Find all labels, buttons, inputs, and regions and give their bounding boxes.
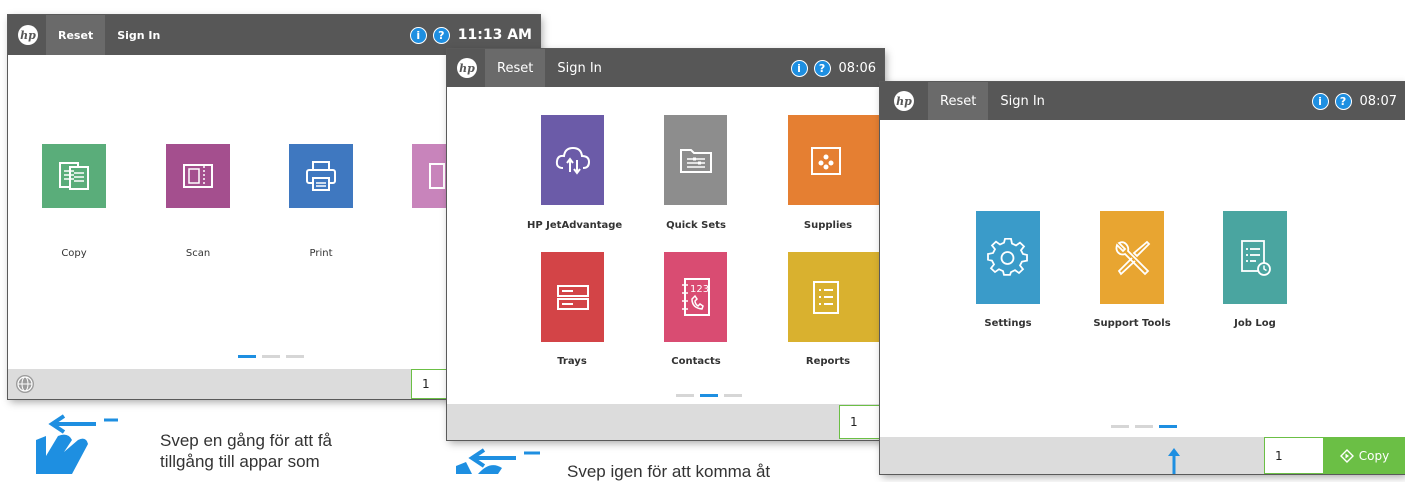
print-icon	[306, 161, 336, 191]
page-dot-2[interactable]	[1135, 425, 1153, 428]
start-diamond-icon	[1339, 448, 1354, 463]
page-dot-1[interactable]	[238, 355, 256, 358]
trays-app-tile[interactable]	[541, 252, 604, 342]
page-dot-3[interactable]	[1159, 425, 1177, 428]
page-dot-1[interactable]	[1111, 425, 1129, 428]
swipe-gesture-icon-2	[456, 448, 540, 474]
sign-in-button[interactable]: Sign In	[105, 15, 172, 55]
job-log-app-tile[interactable]	[1223, 211, 1287, 304]
swipe-caption-1-line-2: tillgång till appar som	[160, 452, 320, 471]
page-indicator	[676, 394, 742, 397]
reports-app-label: Reports	[805, 356, 851, 367]
print-app-label: Print	[309, 248, 333, 259]
clock-time: 08:06	[838, 60, 876, 76]
reports-app-tile[interactable]	[788, 252, 884, 342]
clock-time: 08:07	[1359, 93, 1397, 109]
page-dot-3[interactable]	[724, 394, 742, 397]
bottom-bar: 1 Copy	[880, 437, 1405, 474]
contacts-icon: 123	[681, 278, 710, 316]
contacts-app-tile[interactable]: 123	[664, 252, 727, 342]
scan-app-label: Scan	[185, 248, 211, 259]
swipe-caption-1-line-1: Svep en gång för att få	[160, 431, 333, 450]
home-screen-page-2: hp Reset Sign In i ? 08:06 HP JetAdvanta…	[447, 49, 884, 440]
page-dot-3[interactable]	[286, 355, 304, 358]
job-log-icon	[1241, 239, 1271, 276]
info-icon[interactable]: i	[1311, 92, 1329, 110]
scan-app-tile[interactable]	[166, 144, 230, 208]
help-icon[interactable]: ?	[813, 59, 831, 77]
help-icon[interactable]: ?	[1334, 92, 1352, 110]
gear-icon	[987, 237, 1028, 276]
support-tools-app-label: Support Tools	[1093, 318, 1171, 329]
swipe-gesture-icon	[36, 414, 118, 474]
copy-app-tile[interactable]	[42, 144, 106, 208]
swipe-caption-1: Svep en gång för att få tillgång till ap…	[160, 430, 332, 472]
page-dot-1[interactable]	[676, 394, 694, 397]
supplies-icon	[811, 147, 841, 175]
copy-button[interactable]: Copy	[1324, 437, 1405, 474]
settings-app-tile[interactable]	[976, 211, 1040, 304]
page-dot-2[interactable]	[262, 355, 280, 358]
svg-text:123: 123	[690, 284, 709, 295]
hp-jetadvantage-app-tile[interactable]	[541, 115, 604, 205]
quick-sets-app-tile[interactable]	[664, 115, 727, 205]
reset-button[interactable]: Reset	[485, 49, 546, 87]
page-indicator	[238, 355, 304, 358]
hp-logo-icon[interactable]: hp	[18, 25, 38, 45]
trays-app-label: Trays	[557, 356, 587, 367]
copy-app-label: Copy	[61, 248, 87, 259]
copy-button-label: Copy	[1358, 448, 1390, 463]
info-icon[interactable]: i	[790, 59, 808, 77]
info-icon[interactable]: i	[409, 26, 427, 44]
hp-jetadvantage-app-label: HP JetAdvantage	[527, 220, 623, 231]
up-arrow-icon	[1168, 448, 1180, 474]
page-indicator	[1111, 425, 1177, 428]
hp-logo-icon[interactable]: hp	[894, 91, 914, 111]
support-tools-app-tile[interactable]	[1100, 211, 1164, 304]
top-bar: hp Reset Sign In i ? 08:06	[447, 49, 884, 87]
copies-count-field[interactable]: 1	[839, 405, 884, 439]
home-screen-page-3: hp Reset Sign In i ? 08:07 Settings Supp…	[880, 82, 1405, 474]
copy-icon	[59, 162, 89, 190]
supplies-app-tile[interactable]	[788, 115, 884, 205]
sign-in-button[interactable]: Sign In	[545, 49, 614, 87]
globe-icon[interactable]	[16, 375, 34, 393]
bottom-bar: 1	[447, 404, 884, 440]
quick-sets-app-label: Quick Sets	[666, 220, 726, 231]
swipe-caption-2-line-1: Svep igen för att komma åt	[567, 462, 771, 481]
reset-button[interactable]: Reset	[46, 15, 106, 55]
supplies-app-label: Supplies	[803, 220, 853, 231]
scan-icon	[183, 164, 213, 188]
trays-icon	[556, 285, 589, 310]
hp-logo-icon[interactable]: hp	[457, 58, 477, 78]
job-log-app-label: Job Log	[1234, 318, 1276, 329]
reset-button[interactable]: Reset	[928, 82, 989, 120]
reports-icon	[813, 281, 839, 314]
contacts-app-label: Contacts	[671, 356, 721, 367]
page-dot-2[interactable]	[700, 394, 718, 397]
quick-sets-icon	[679, 149, 712, 173]
print-app-tile[interactable]	[289, 144, 353, 208]
help-icon[interactable]: ?	[432, 26, 450, 44]
sign-in-button[interactable]: Sign In	[988, 82, 1057, 120]
swipe-caption-2: Svep igen för att komma åt	[567, 461, 770, 482]
cloud-icon	[555, 146, 590, 175]
top-bar: hp Reset Sign In i ? 08:07	[880, 82, 1405, 120]
tools-icon	[1115, 240, 1151, 275]
clock-time: 11:13 AM	[457, 27, 532, 43]
settings-app-label: Settings	[984, 318, 1032, 329]
copies-count-field[interactable]: 1	[1264, 437, 1324, 474]
